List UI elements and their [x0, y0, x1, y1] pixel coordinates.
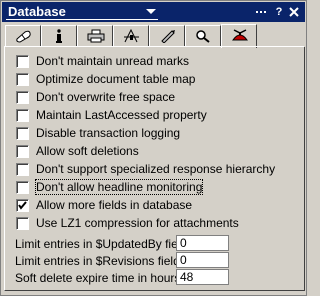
- propeller-hat-icon: [232, 29, 248, 41]
- option-label: Don't overwrite free space: [36, 90, 176, 104]
- revisions-limit-input[interactable]: 0: [176, 252, 229, 268]
- advanced-panel: Don't maintain unread marks Optimize doc…: [4, 47, 305, 291]
- checkbox[interactable]: [16, 91, 29, 104]
- checkbox[interactable]: [16, 181, 29, 194]
- checkbox[interactable]: [16, 109, 29, 122]
- tab-bar: [5, 24, 305, 48]
- option-label: Disable transaction logging: [36, 126, 181, 140]
- updatedby-limit-input[interactable]: 0: [176, 235, 229, 251]
- more-icon[interactable]: [255, 5, 269, 19]
- checkbox-checked[interactable]: [16, 199, 29, 212]
- checkbox[interactable]: [16, 127, 29, 140]
- design-icon: [124, 29, 139, 43]
- option-label: Don't allow headline monitoring: [34, 179, 204, 195]
- title-bar: Database ?: [2, 2, 305, 22]
- checkmark-icon: [18, 201, 27, 210]
- option-label: Maintain LastAccessed property: [36, 108, 207, 122]
- tab-launch[interactable]: [149, 25, 185, 46]
- close-icon[interactable]: [287, 5, 301, 19]
- chevron-down-icon: [146, 9, 156, 14]
- magnifier-icon: [196, 30, 210, 43]
- properties-type-label: Database: [8, 4, 66, 19]
- tab-info[interactable]: [5, 25, 41, 46]
- checkbox[interactable]: [16, 55, 29, 68]
- tab-search[interactable]: [185, 25, 221, 46]
- field-label: Limit entries in $Revisions fields: [15, 254, 186, 268]
- checkbox[interactable]: [16, 73, 29, 86]
- help-icon[interactable]: ?: [272, 5, 286, 19]
- capsule-icon: [16, 30, 31, 43]
- checkbox[interactable]: [16, 145, 29, 158]
- option-label: Use LZ1 compression for attachments: [36, 216, 239, 230]
- option-label: Don't support specialized response hiera…: [36, 162, 276, 176]
- properties-window: Database ? Don't maintain unread marks O…: [0, 0, 307, 296]
- tab-design[interactable]: [113, 25, 149, 46]
- soft-delete-expire-input[interactable]: 48: [176, 269, 229, 285]
- printer-icon: [87, 29, 105, 43]
- properties-type-select[interactable]: Database: [6, 4, 158, 20]
- info-icon: [56, 29, 62, 43]
- checkbox[interactable]: [16, 163, 29, 176]
- option-label: Don't maintain unread marks: [36, 54, 190, 68]
- tab-print[interactable]: [77, 25, 113, 46]
- option-label: Optimize document table map: [36, 72, 196, 86]
- field-label: Limit entries in $UpdatedBy fields: [15, 237, 194, 251]
- option-label: Allow soft deletions: [36, 144, 139, 158]
- option-label: Allow more fields in database: [36, 198, 193, 212]
- field-label: Soft delete expire time in hours: [15, 271, 181, 285]
- rocket-icon: [161, 30, 175, 43]
- tab-info-i[interactable]: [41, 25, 77, 46]
- checkbox[interactable]: [16, 217, 29, 230]
- tab-advanced[interactable]: [221, 24, 257, 48]
